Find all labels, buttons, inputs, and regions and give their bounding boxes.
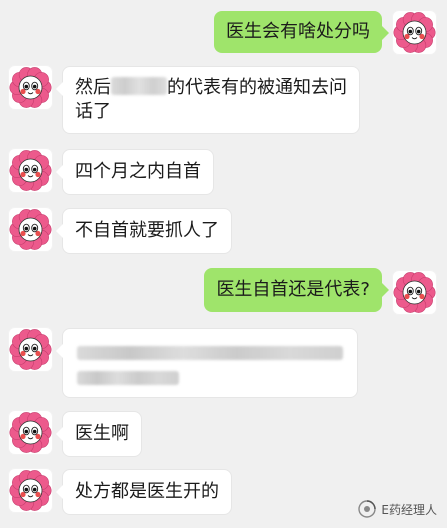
message-bubble[interactable]: 然后 的代表有的被通知去问 话了 (56, 66, 360, 134)
message-text: 医生啊 (75, 423, 129, 444)
pink-flower-face-icon (9, 470, 52, 511)
pink-flower-face-icon (9, 209, 52, 250)
message-bubble[interactable]: 医生会有啥处分吗 (214, 11, 389, 53)
message-text-line: 然后 的代表有的被通知去问 (75, 76, 347, 100)
redacted-text (77, 346, 343, 360)
pink-flower-face-icon (9, 412, 52, 453)
watermark: E药经理人 (358, 500, 437, 518)
message-row-outgoing: 医生会有啥处分吗 (0, 6, 447, 58)
avatar-contact[interactable] (8, 207, 53, 252)
message-text: 不自首就要抓人了 (75, 220, 219, 241)
message-text: 医生会有啥处分吗 (226, 21, 370, 42)
message-text: 然后 (75, 77, 111, 98)
message-row-incoming: 然后 的代表有的被通知去问 话了 (0, 62, 447, 142)
avatar-contact[interactable] (8, 410, 53, 455)
message-row-incoming: 不自首就要抓人了 (0, 204, 447, 258)
redacted-text (111, 77, 167, 95)
pink-flower-face-icon (9, 150, 52, 191)
wechat-official-account-icon (358, 500, 377, 518)
message-bubble[interactable]: 不自首就要抓人了 (56, 208, 232, 254)
avatar-contact[interactable] (8, 65, 53, 110)
avatar-contact[interactable] (8, 468, 53, 513)
watermark-label: E药经理人 (381, 502, 437, 517)
message-bubble[interactable] (56, 328, 358, 398)
message-bubble[interactable]: 四个月之内自首 (56, 149, 214, 195)
message-bubble[interactable]: 医生自首还是代表? (204, 268, 389, 312)
pink-flower-face-icon (9, 67, 52, 108)
pink-flower-face-icon (393, 12, 436, 53)
message-row-incoming (0, 324, 447, 400)
message-row-outgoing: 医生自首还是代表? (0, 264, 447, 320)
message-bubble[interactable]: 医生啊 (56, 411, 142, 457)
message-text: 话了 (75, 101, 111, 122)
message-text: 的代表有的被通知去问 (167, 77, 347, 98)
avatar-self[interactable] (392, 270, 437, 315)
redacted-text (77, 371, 179, 385)
avatar-contact[interactable] (8, 148, 53, 193)
message-text: 处方都是医生开的 (75, 481, 219, 502)
chat-window: 医生会有啥处分吗 然后 的代表有的被通知去问 话了 四个月之内自首 不自首就要抓… (0, 0, 447, 528)
avatar-self[interactable] (392, 10, 437, 55)
pink-flower-face-icon (9, 329, 52, 370)
message-text-line: 话了 (75, 100, 347, 124)
pink-flower-face-icon (393, 272, 436, 313)
message-row-incoming: 四个月之内自首 (0, 145, 447, 199)
message-bubble[interactable]: 处方都是医生开的 (56, 469, 232, 515)
avatar-contact[interactable] (8, 327, 53, 372)
message-row-incoming: 医生啊 (0, 407, 447, 461)
message-text: 四个月之内自首 (75, 161, 201, 182)
message-text: 医生自首还是代表? (216, 279, 370, 300)
